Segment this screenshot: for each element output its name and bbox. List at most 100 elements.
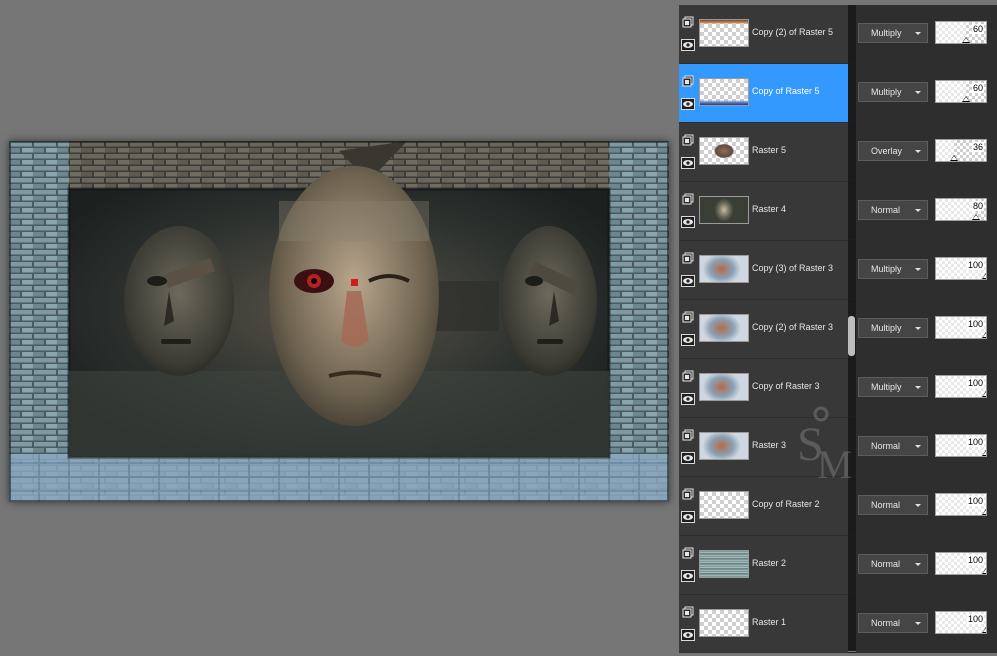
eye-icon[interactable] [681, 452, 695, 464]
eye-icon[interactable] [681, 511, 695, 523]
chevron-down-icon [915, 563, 921, 566]
chevron-down-icon [915, 268, 921, 271]
opacity-slider[interactable]: 60 [935, 80, 987, 103]
layer-name: Copy (2) of Raster 5 [752, 27, 834, 37]
opacity-slider[interactable]: 80 [935, 198, 987, 221]
layer-group-icon[interactable] [682, 488, 694, 500]
blend-mode-dropdown[interactable]: Multiply [858, 82, 928, 102]
opacity-slider[interactable]: 100 [935, 552, 987, 575]
layer-properties: Multiply 60 [856, 5, 997, 63]
blend-mode-dropdown[interactable]: Multiply [858, 23, 928, 43]
opacity-slider[interactable]: 100 [935, 257, 987, 280]
blend-mode-label: Normal [871, 441, 901, 451]
artwork-canvas[interactable] [9, 141, 669, 502]
layer-row[interactable]: Copy of Raster 5 Multiply 60 [679, 64, 997, 122]
chevron-down-icon [915, 209, 921, 212]
layer-row-header[interactable]: Raster 1 [679, 595, 848, 653]
eye-icon[interactable] [681, 393, 695, 405]
blend-mode-label: Normal [871, 618, 901, 628]
layer-thumbnail [699, 373, 749, 401]
blend-mode-dropdown[interactable]: Normal [858, 495, 928, 515]
eye-icon[interactable] [681, 334, 695, 346]
layer-group-icon[interactable] [682, 429, 694, 441]
layer-row-header[interactable]: Copy of Raster 5 [679, 64, 848, 122]
layer-row[interactable]: Copy (3) of Raster 3 Multiply 100 [679, 241, 997, 299]
blend-mode-label: Normal [871, 500, 901, 510]
layer-row-header[interactable]: Raster 4 [679, 182, 848, 240]
opacity-marker[interactable] [982, 332, 986, 338]
opacity-marker[interactable] [962, 37, 970, 43]
opacity-marker[interactable] [982, 450, 986, 456]
eye-icon[interactable] [681, 216, 695, 228]
watermark-logo: S M [797, 406, 851, 487]
opacity-marker[interactable] [982, 627, 986, 633]
layer-row-header[interactable]: Copy (2) of Raster 3 [679, 300, 848, 358]
layer-properties: Multiply 60 [856, 64, 997, 122]
layer-group-icon[interactable] [682, 193, 694, 205]
opacity-slider[interactable]: 100 [935, 316, 987, 339]
opacity-slider[interactable]: 60 [935, 21, 987, 44]
layer-row[interactable]: Copy (2) of Raster 3 Multiply 100 [679, 300, 997, 358]
layer-properties: Normal 100 [856, 418, 997, 476]
opacity-slider[interactable]: 100 [935, 493, 987, 516]
layer-row[interactable]: Copy (2) of Raster 5 Multiply 60 [679, 5, 997, 63]
layer-name: Copy of Raster 5 [752, 86, 820, 96]
layer-properties: Normal 100 [856, 477, 997, 535]
canvas-workspace[interactable] [0, 0, 679, 656]
layer-group-icon[interactable] [682, 134, 694, 146]
layer-row-header[interactable]: Raster 2 [679, 536, 848, 594]
opacity-slider[interactable]: 100 [935, 375, 987, 398]
opacity-slider[interactable]: 36 [935, 139, 987, 162]
layer-row[interactable]: Raster 1 Normal 100 [679, 595, 997, 653]
blend-mode-dropdown[interactable]: Multiply [858, 259, 928, 279]
layer-row[interactable]: Raster 2 Normal 100 [679, 536, 997, 594]
layer-properties: Normal 100 [856, 595, 997, 653]
layer-row-header[interactable]: Copy (3) of Raster 3 [679, 241, 848, 299]
opacity-marker[interactable] [972, 214, 980, 220]
layer-name: Raster 4 [752, 204, 787, 214]
opacity-slider[interactable]: 100 [935, 611, 987, 634]
layer-group-icon[interactable] [682, 75, 694, 87]
blend-mode-dropdown[interactable]: Normal [858, 436, 928, 456]
blend-mode-dropdown[interactable]: Normal [858, 200, 928, 220]
blend-mode-dropdown[interactable]: Multiply [858, 377, 928, 397]
layer-properties: Multiply 100 [856, 241, 997, 299]
layer-group-icon[interactable] [682, 547, 694, 559]
blend-mode-dropdown[interactable]: Normal [858, 554, 928, 574]
blend-mode-dropdown[interactable]: Normal [858, 613, 928, 633]
layer-properties: Normal 100 [856, 536, 997, 594]
eye-icon[interactable] [681, 275, 695, 287]
eye-icon[interactable] [681, 39, 695, 51]
blend-mode-dropdown[interactable]: Overlay [858, 141, 928, 161]
opacity-marker[interactable] [982, 391, 986, 397]
layer-group-icon[interactable] [682, 606, 694, 618]
opacity-value: 100 [966, 319, 984, 329]
opacity-value: 100 [966, 555, 984, 565]
layer-name: Copy of Raster 2 [752, 499, 820, 509]
opacity-marker[interactable] [982, 568, 986, 574]
eye-icon[interactable] [681, 157, 695, 169]
blend-mode-label: Multiply [871, 264, 902, 274]
blend-mode-dropdown[interactable]: Multiply [858, 318, 928, 338]
opacity-marker[interactable] [962, 96, 970, 102]
layer-row[interactable]: Raster 5 Overlay 36 [679, 123, 997, 181]
layer-group-icon[interactable] [682, 311, 694, 323]
opacity-marker[interactable] [950, 155, 958, 161]
layer-row[interactable]: Raster 4 Normal 80 [679, 182, 997, 240]
blend-mode-label: Multiply [871, 382, 902, 392]
eye-icon[interactable] [681, 570, 695, 582]
layer-thumbnail [699, 78, 749, 106]
layer-row-header[interactable]: Copy (2) of Raster 5 [679, 5, 848, 63]
chevron-down-icon [915, 32, 921, 35]
eye-icon[interactable] [681, 629, 695, 641]
chevron-down-icon [915, 91, 921, 94]
layer-row-header[interactable]: Raster 5 [679, 123, 848, 181]
layer-group-icon[interactable] [682, 16, 694, 28]
layer-group-icon[interactable] [682, 370, 694, 382]
opacity-marker[interactable] [982, 509, 986, 515]
layer-name: Copy (3) of Raster 3 [752, 263, 834, 273]
eye-icon[interactable] [681, 98, 695, 110]
layer-group-icon[interactable] [682, 252, 694, 264]
opacity-marker[interactable] [982, 273, 986, 279]
opacity-slider[interactable]: 100 [935, 434, 987, 457]
